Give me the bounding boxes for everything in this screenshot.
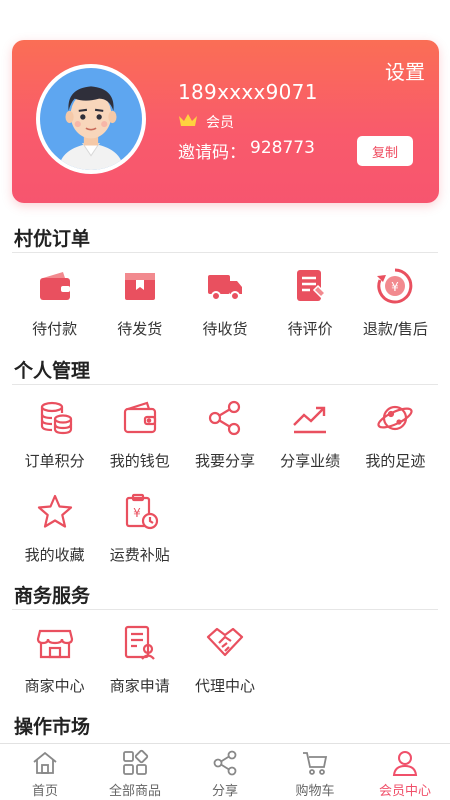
avatar-image [40,68,142,170]
orders-grid: 待付款 待发货 待收货 待评价 ¥ 退款/售后 [12,256,438,350]
my-wallet[interactable]: 我的钱包 [97,388,182,482]
member-level: 会员 [178,112,234,132]
package-icon [120,266,160,306]
tab-label: 会员中心 [378,784,431,799]
item-label: 我的收藏 [24,546,85,564]
item-label: 我的钱包 [109,452,170,470]
item-label: 我的足迹 [365,452,426,470]
share-performance[interactable]: 分享业绩 [268,388,353,482]
tab-member-center[interactable]: 会员中心 [360,744,450,800]
merchant-application[interactable]: 商家申请 [97,613,182,707]
tab-home[interactable]: 首页 [0,744,90,800]
merchant-center[interactable]: 商家中心 [12,613,97,707]
coins-icon [35,398,75,438]
order-pending-payment[interactable]: 待付款 [12,256,97,350]
item-label: 待付款 [32,320,78,338]
svg-text:¥: ¥ [133,506,141,520]
item-label: 商家申请 [109,677,170,695]
trend-icon [290,398,330,438]
my-favorites[interactable]: 我的收藏 [12,482,97,576]
subsidy-icon: ¥ [120,492,160,532]
bottom-tab-bar: 首页 全部商品 分享 购物车 会员中心 [0,743,450,800]
divider [12,609,438,610]
wallet-icon [35,266,75,306]
crown-icon [178,112,198,132]
wallet-icon [120,398,160,438]
tab-label: 分享 [211,784,238,799]
store-icon [35,623,75,663]
item-label: 运费补贴 [109,546,170,564]
section-title-operations: 操作市场 [14,716,91,738]
order-pending-shipment[interactable]: 待发货 [97,256,182,350]
copy-button[interactable]: 复制 [357,136,413,166]
item-label: 退款/售后 [362,320,428,338]
item-label: 待收货 [202,320,248,338]
item-label: 分享业绩 [280,452,341,470]
tab-label: 首页 [31,784,58,799]
truck-icon [205,266,245,306]
application-icon [120,623,160,663]
share[interactable]: 我要分享 [182,388,267,482]
avatar[interactable] [36,64,146,174]
phone-number: 189xxxx9071 [178,80,318,104]
cart-icon [303,752,328,775]
refund-icon: ¥ [375,266,415,306]
member-center-page: 设置 189xxxx9071 会员 邀请码： 928773 复制 村优订单 待付… [0,0,450,800]
divider [12,252,438,253]
item-label: 订单积分 [24,452,85,470]
tab-label: 购物车 [295,784,335,799]
shipping-subsidy[interactable]: ¥ 运费补贴 [97,482,182,576]
profile-card: 设置 189xxxx9071 会员 邀请码： 928773 复制 [12,40,439,203]
order-pending-review[interactable]: 待评价 [268,256,353,350]
invite-code-row: 邀请码： 928773 [178,138,315,163]
personal-grid: 订单积分 我的钱包 我要分享 分享业绩 我的足迹 我的收藏 ¥ 运费补贴 [12,388,438,576]
business-grid: 商家中心 商家申请 代理中心 [12,613,438,707]
home-icon [33,751,57,774]
item-label: 待发货 [117,320,163,338]
user-icon [392,751,418,776]
item-label: 商家中心 [24,677,85,695]
divider [12,384,438,385]
item-label: 我要分享 [194,452,255,470]
item-label: 待评价 [287,320,333,338]
handshake-icon [205,623,245,663]
section-title-orders: 村优订单 [14,228,91,250]
svg-text:¥: ¥ [392,280,400,294]
grid-icon [123,749,149,775]
tab-cart[interactable]: 购物车 [270,744,360,800]
my-footprint[interactable]: 我的足迹 [353,388,438,482]
invite-code: 928773 [250,138,315,158]
item-label: 代理中心 [194,677,255,695]
section-title-personal: 个人管理 [14,360,91,382]
agent-center[interactable]: 代理中心 [182,613,267,707]
order-points[interactable]: 订单积分 [12,388,97,482]
tab-all-products[interactable]: 全部商品 [90,744,180,800]
planet-icon [375,398,415,438]
tab-share[interactable]: 分享 [180,744,270,800]
share-icon [213,750,237,776]
star-icon [35,492,75,532]
order-pending-receipt[interactable]: 待收货 [182,256,267,350]
member-label: 会员 [206,115,234,131]
settings-button[interactable]: 设置 [385,56,425,85]
tab-label: 全部商品 [108,784,161,799]
review-icon [290,266,330,306]
order-refund[interactable]: ¥ 退款/售后 [353,256,438,350]
section-title-business: 商务服务 [14,585,91,607]
invite-label: 邀请码： [178,143,246,163]
share-icon [205,398,245,438]
